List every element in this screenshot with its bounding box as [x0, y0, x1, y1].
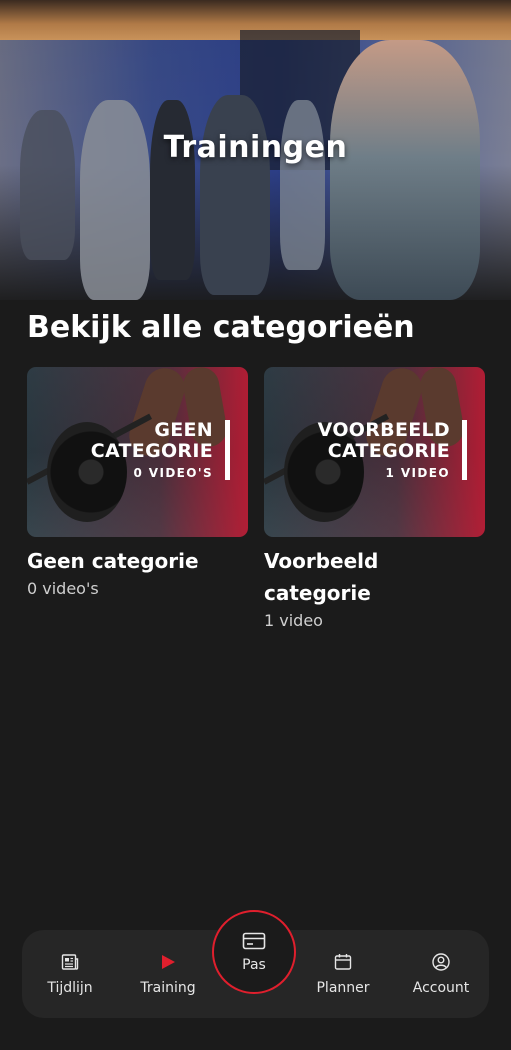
nav-account-label: Account	[412, 980, 470, 996]
category-title[interactable]: Voorbeeld categorie	[264, 545, 485, 609]
category-card-voorbeeld[interactable]: Voorbeeld categorie 1 VIDEO Voorbeeld ca…	[264, 367, 485, 630]
category-title[interactable]: Geen categorie	[27, 545, 248, 577]
category-count: 0 video's	[27, 579, 99, 598]
nav-pas-label: Pas	[242, 957, 266, 973]
nav-pas[interactable]: Pas	[212, 910, 296, 994]
hero-figure	[200, 95, 270, 295]
hero-figure	[280, 100, 325, 270]
thumbnail-overlay-title: Geen categorie	[90, 419, 213, 462]
nav-training[interactable]: Training	[136, 930, 200, 1018]
page-title: Trainingen	[163, 130, 348, 165]
play-icon	[162, 955, 175, 969]
thumbnail-overlay: Voorbeeld categorie 1 VIDEO	[264, 420, 467, 480]
thumbnail-overlay-count: 1 VIDEO	[385, 466, 450, 480]
thumbnail-overlay-count: 0 VIDEO'S	[133, 466, 213, 480]
section-title: Bekijk alle categorieën	[27, 310, 415, 345]
category-count: 1 video	[264, 611, 323, 630]
user-circle-icon	[432, 953, 450, 971]
nav-tijdlijn-label: Tijdlijn	[47, 980, 93, 996]
thumbnail-overlay: Geen categorie 0 VIDEO'S	[27, 420, 230, 480]
newspaper-icon	[61, 954, 79, 970]
card-icon	[242, 932, 266, 950]
nav-tijdlijn[interactable]: Tijdlijn	[40, 930, 100, 1018]
nav-planner[interactable]: Planner	[312, 930, 374, 1018]
hero-figure	[150, 100, 195, 280]
thumbnail-overlay-title: Voorbeeld categorie	[317, 419, 450, 462]
calendar-icon	[334, 954, 352, 970]
category-card-geen[interactable]: Geen categorie 0 VIDEO'S Geen categorie …	[27, 367, 248, 598]
nav-account[interactable]: Account	[406, 930, 476, 1018]
nav-planner-label: Planner	[316, 980, 370, 996]
hero-figure	[330, 40, 480, 300]
hero-banner: Trainingen	[0, 0, 511, 300]
category-thumbnail[interactable]: Geen categorie 0 VIDEO'S	[27, 367, 248, 537]
nav-training-label: Training	[140, 980, 196, 996]
category-thumbnail[interactable]: Voorbeeld categorie 1 VIDEO	[264, 367, 485, 537]
